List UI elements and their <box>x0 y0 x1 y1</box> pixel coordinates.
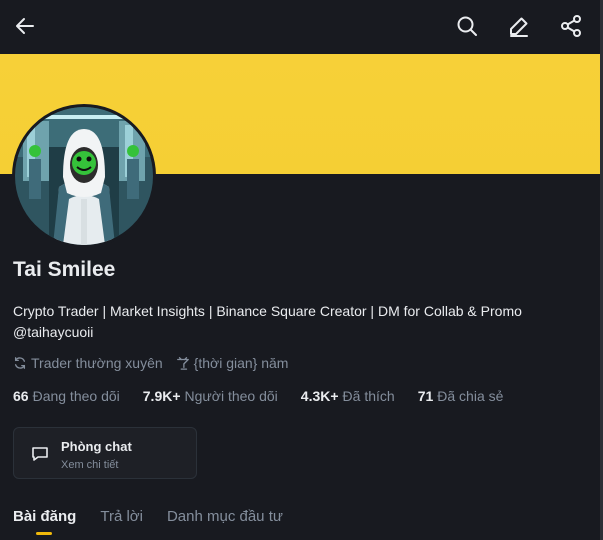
profile-name: Tai Smilee <box>13 258 116 281</box>
stat-shares[interactable]: 71 Đã chia sẻ <box>418 388 504 404</box>
profile-screen: Tai Smilee Crypto Trader | Market Insigh… <box>0 0 603 540</box>
bio-line: Crypto Trader | Market Insights | Binanc… <box>13 303 522 319</box>
member-duration: {thời gian} năm <box>176 355 289 371</box>
profile-meta: Trader thường xuyên {thời gian} năm <box>13 355 288 371</box>
chat-bubble-icon <box>32 447 48 461</box>
back-button[interactable] <box>11 12 39 40</box>
stat-label: Đã chia sẻ <box>437 388 504 404</box>
arrow-left-icon <box>16 18 34 34</box>
stat-label: Đã thích <box>342 388 395 404</box>
stat-followers[interactable]: 7.9K+ Người theo dõi <box>143 388 278 404</box>
cake-icon <box>176 356 190 370</box>
pencil-icon <box>510 17 528 37</box>
trader-frequency: Trader thường xuyên <box>13 355 163 371</box>
avatar-image <box>15 107 153 245</box>
stat-value: 71 <box>417 388 434 404</box>
chat-room-subtitle: Xem chi tiết <box>61 459 119 471</box>
stat-value: 66 <box>13 388 29 404</box>
share-button[interactable] <box>557 12 585 40</box>
profile-tabs: Bài đăng Trả lời Danh mục đầu tư <box>13 508 307 535</box>
trader-label: Trader thường xuyên <box>31 355 163 371</box>
search-button[interactable] <box>453 12 481 40</box>
stat-value: 7.9K+ <box>142 388 181 404</box>
tab-portfolio[interactable]: Danh mục đầu tư <box>167 508 283 535</box>
refresh-icon <box>13 356 27 370</box>
tab-replies[interactable]: Trả lời <box>100 508 143 535</box>
avatar[interactable] <box>12 104 156 248</box>
edit-button[interactable] <box>505 12 533 40</box>
time-label: {thời gian} năm <box>193 355 289 371</box>
stat-label: Người theo dõi <box>184 388 278 404</box>
search-icon <box>457 16 477 36</box>
bio-handle: @taihaycuoii <box>13 324 94 340</box>
stat-value: 4.3K+ <box>300 388 339 404</box>
share-icon <box>561 15 581 37</box>
tab-posts[interactable]: Bài đăng <box>13 508 76 535</box>
profile-stats: 66 Đang theo dõi 7.9K+ Người theo dõi 4.… <box>13 388 526 404</box>
profile-bio: Crypto Trader | Market Insights | Binanc… <box>13 301 583 343</box>
stat-likes[interactable]: 4.3K+ Đã thích <box>301 388 395 404</box>
chat-room-title: Phòng chat <box>61 439 132 454</box>
stat-label: Đang theo dõi <box>32 388 120 404</box>
chat-room-card[interactable]: Phòng chat Xem chi tiết <box>13 427 197 479</box>
stat-following[interactable]: 66 Đang theo dõi <box>13 388 120 404</box>
top-bar <box>0 0 603 52</box>
